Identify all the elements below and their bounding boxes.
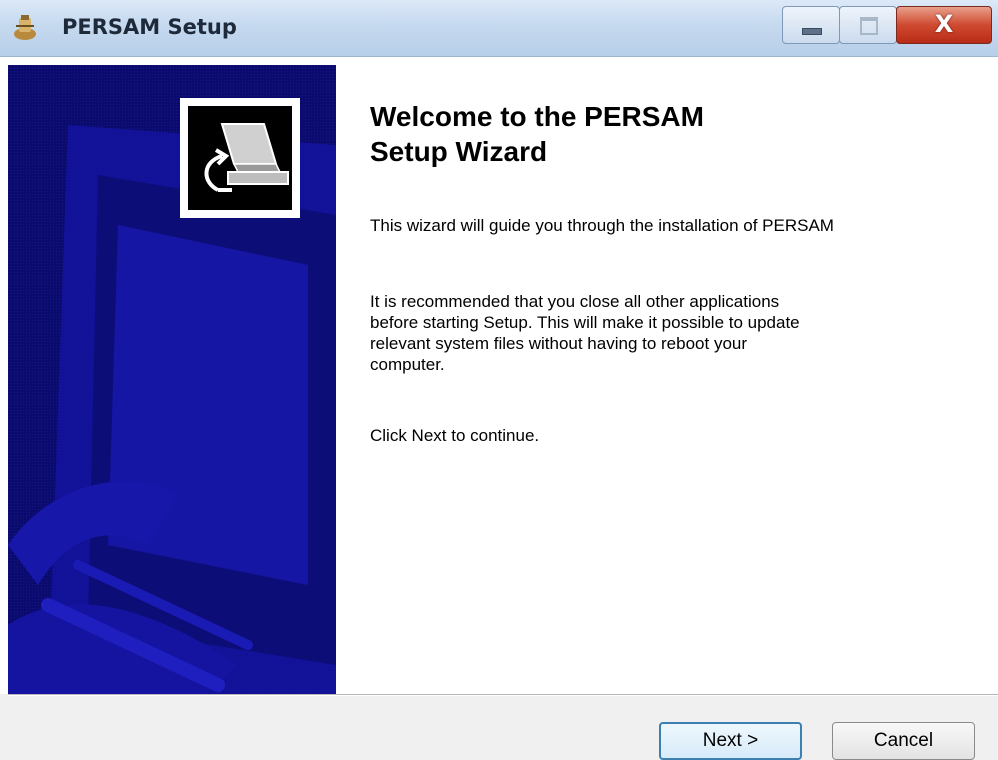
close-button[interactable]: X [896, 6, 992, 44]
welcome-heading: Welcome to the PERSAM Setup Wizard [370, 99, 970, 169]
window-title: PERSAM Setup [62, 15, 237, 39]
cancel-button[interactable]: Cancel [832, 722, 975, 760]
button-area-divider [8, 694, 998, 696]
recommendation-line2: before starting Setup. This will make it… [370, 313, 800, 332]
title-bar[interactable]: PERSAM Setup X [0, 0, 998, 57]
close-icon: X [934, 10, 954, 38]
intro-text: This wizard will guide you through the i… [370, 216, 834, 235]
maximize-button[interactable] [839, 6, 897, 44]
recommendation-text: It is recommended that you close all oth… [370, 291, 910, 375]
setup-computer-icon [188, 106, 292, 210]
recommendation-line4: computer. [370, 355, 445, 374]
continue-instruction: Click Next to continue. [370, 426, 540, 445]
window-controls: X [782, 6, 992, 44]
welcome-heading-line1: Welcome to the PERSAM [370, 101, 704, 132]
welcome-heading-line2: Setup Wizard [370, 136, 548, 167]
recommendation-line1: It is recommended that you close all oth… [370, 292, 780, 311]
wizard-content: Welcome to the PERSAM Setup Wizard This … [0, 57, 998, 694]
maximize-icon [860, 17, 878, 35]
wizard-side-banner [8, 65, 336, 694]
minimize-button[interactable] [782, 6, 840, 44]
minimize-icon [802, 28, 822, 35]
next-button[interactable]: Next > [659, 722, 802, 760]
setup-icon-frame [180, 98, 300, 218]
recommendation-line3: relevant system files without having to … [370, 334, 748, 353]
installer-app-icon [14, 15, 36, 40]
